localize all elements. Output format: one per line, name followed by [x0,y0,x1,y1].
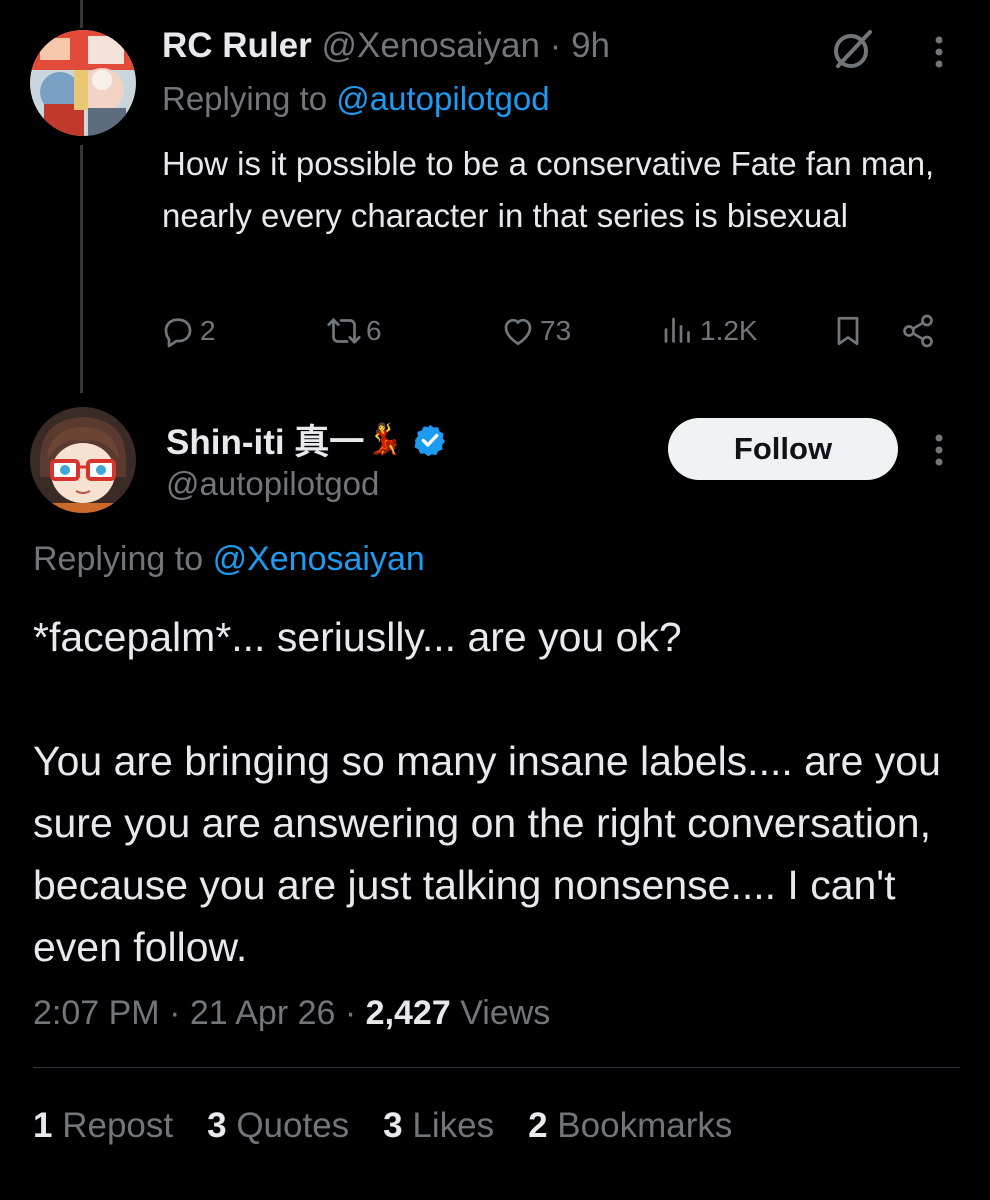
stat-label: Bookmarks [557,1106,733,1145]
reply-icon [164,318,192,348]
tweet-thread: RC Ruler @Xenosaiyan · 9h Replying to @a… [0,0,990,1200]
replying-prefix: Replying to [162,80,328,117]
divider [33,1067,960,1068]
thread-line [80,145,83,393]
repost-count: 6 [366,315,382,346]
separator: · [344,994,357,1032]
tweet-text: *facepalm*... seriuslly... are you ok? Y… [33,614,941,970]
reply-header: RC Ruler @Xenosaiyan · 9h [162,26,610,66]
replying-to: Replying to @autopilotgod [162,80,550,118]
heart-icon [504,318,532,346]
handle[interactable]: @Xenosaiyan [321,26,539,65]
more-vertical-icon[interactable] [924,430,954,470]
follow-button[interactable]: Follow [668,418,898,480]
verified-badge-icon[interactable] [412,422,448,458]
stat-label: Quotes [236,1106,350,1145]
tweet-time[interactable]: 2:07 PM [33,994,160,1032]
views-count: 2,427 [365,994,451,1032]
separator: · [169,994,181,1032]
display-name[interactable]: Shin-iti 真一 [166,414,364,465]
thread-line-top [80,0,83,28]
views-label: Views [460,994,551,1032]
like-count: 73 [540,315,572,346]
avatar-shin-iti[interactable] [30,407,136,513]
main-display-name-row: Shin-iti 真一 💃 [166,414,448,465]
share-icon [903,314,933,348]
reply-count: 2 [200,315,216,346]
engagement-stats: 1 Repost 3 Quotes 3 Likes 2 Bookmarks [33,1106,766,1146]
replying-to: Replying to @Xenosaiyan [33,540,425,579]
like-button[interactable]: 73 [500,308,571,354]
stat-quotes[interactable]: 3 Quotes [207,1106,349,1146]
tweet-date[interactable]: 21 Apr 26 [190,994,336,1032]
reply-button[interactable]: 2 [160,308,216,354]
views-button[interactable]: 1.2K [660,308,758,354]
grok-icon[interactable] [830,26,876,72]
stat-likes[interactable]: 3 Likes [383,1106,494,1146]
repost-button[interactable]: 6 [326,308,382,354]
stat-label: Repost [62,1106,174,1145]
stat-reposts[interactable]: 1 Repost [33,1106,173,1146]
name-emoji: 💃 [366,423,404,456]
avatar-rc-ruler[interactable] [30,30,136,136]
separator: · [549,26,562,65]
mention-link[interactable]: @Xenosaiyan [213,540,425,578]
replying-prefix: Replying to [33,540,204,578]
tweet-meta: 2:07 PM · 21 Apr 26 · 2,427 Views [33,994,550,1033]
bookmark-button[interactable] [830,308,866,354]
stat-label: Likes [412,1106,495,1145]
stat-count: 2 [528,1106,548,1145]
timestamp[interactable]: 9h [571,26,610,65]
stat-count: 1 [33,1106,53,1145]
mention-link[interactable]: @autopilotgod [336,80,549,117]
repost-icon [327,318,361,344]
display-name[interactable]: RC Ruler [162,26,312,65]
more-vertical-icon[interactable] [924,32,954,72]
handle[interactable]: @autopilotgod [166,465,379,503]
stat-count: 3 [383,1106,403,1145]
tweet-actions: 2 6 73 1.2K [0,308,990,354]
views-icon [664,317,690,343]
stat-count: 3 [207,1106,227,1145]
views-count: 1.2K [700,315,758,346]
stat-bookmarks[interactable]: 2 Bookmarks [528,1106,732,1146]
tweet-text: How is it possible to be a conservative … [162,145,935,234]
bookmark-icon [837,316,859,346]
share-button[interactable] [900,308,936,354]
